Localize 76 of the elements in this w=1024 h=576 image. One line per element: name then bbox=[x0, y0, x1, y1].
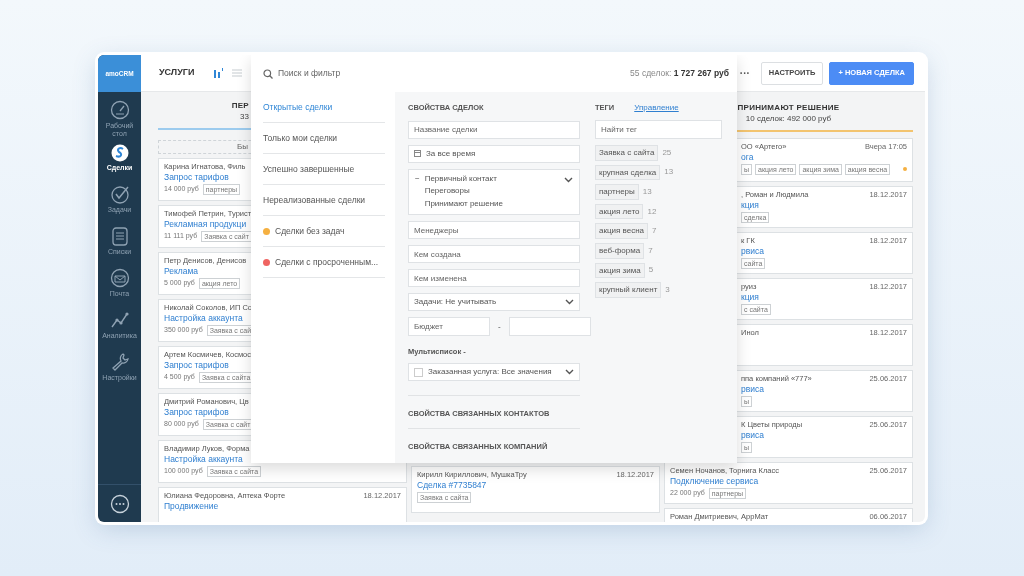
manage-link[interactable]: Управление bbox=[634, 102, 679, 114]
chevron-icon bbox=[565, 369, 574, 376]
status-option[interactable]: Принимают решение bbox=[424, 197, 503, 211]
deal-link[interactable]: рвиса bbox=[741, 384, 764, 396]
filter-preset[interactable]: Успешно завершенные bbox=[263, 154, 385, 185]
deal-summary: 55 сделок: 1 727 267 руб bbox=[630, 67, 729, 80]
deal-link[interactable]: Настройка аккаунта bbox=[164, 454, 243, 466]
deal-link[interactable]: Подключение сервиса bbox=[670, 476, 759, 488]
more-button[interactable]: ··· bbox=[734, 65, 755, 81]
document-icon bbox=[109, 226, 130, 246]
tag-chip[interactable]: Заявка с сайта bbox=[595, 145, 659, 161]
status-option[interactable]: Первичный контакт bbox=[424, 172, 503, 186]
tag-chip[interactable]: веб-форма bbox=[595, 242, 645, 259]
tasks-select[interactable]: Задачи: Не учитывать bbox=[408, 293, 580, 312]
pipeline-title: УСЛУГИ bbox=[159, 66, 195, 80]
budget-from-field[interactable]: Бюджет bbox=[408, 317, 490, 337]
filter-preset[interactable]: Сделки без задач bbox=[263, 216, 385, 247]
deal-link[interactable]: кция bbox=[741, 292, 759, 304]
search-field[interactable]: Поиск и фильтр bbox=[278, 67, 428, 80]
deal-link[interactable]: Продвижение bbox=[164, 501, 219, 513]
service-select[interactable]: Заказанная услуга: Все значения bbox=[408, 363, 580, 382]
collapse-toggle[interactable]: − bbox=[415, 172, 420, 212]
tag-search-field[interactable]: Найти тег bbox=[595, 120, 722, 139]
gauge-icon bbox=[109, 100, 130, 120]
checkmark-icon bbox=[109, 184, 130, 204]
chat-icon bbox=[109, 494, 130, 514]
tag-chip[interactable]: крупная сделка bbox=[595, 164, 661, 181]
deal-link[interactable]: Сделка #7735847 bbox=[417, 480, 487, 492]
deal-link[interactable]: Настройка аккаунта bbox=[164, 313, 243, 325]
filter-field[interactable]: Название сделки bbox=[408, 121, 580, 139]
status-select[interactable]: − Первичный контакт Переговоры Принимают решение bbox=[408, 168, 580, 216]
deal-link[interactable]: кция bbox=[741, 200, 759, 212]
column-title: ПЕР bbox=[231, 100, 249, 112]
tag-count: 7 bbox=[648, 244, 653, 257]
deal-link[interactable]: Запрос тарифов bbox=[164, 172, 229, 184]
date-field[interactable]: За все время bbox=[408, 144, 580, 163]
column-summary: 33 bbox=[240, 111, 249, 123]
filter-field[interactable]: Менеджеры bbox=[408, 221, 580, 240]
filter-preset[interactable]: Нереализованные сделки bbox=[263, 185, 385, 216]
search-icon bbox=[263, 68, 273, 79]
column-summary: 10 сделок: 492 000 руб bbox=[745, 113, 832, 125]
chevron-icon bbox=[564, 176, 573, 183]
budget-to-field[interactable] bbox=[508, 317, 591, 337]
tag-count: 3 bbox=[665, 283, 670, 296]
range-separator: - bbox=[498, 320, 501, 333]
deal-link[interactable]: ога bbox=[741, 152, 754, 164]
envelope-icon bbox=[109, 268, 130, 288]
coin-icon bbox=[109, 142, 130, 162]
tag-count: 12 bbox=[647, 205, 657, 218]
tag-chip[interactable]: акция зима bbox=[595, 262, 645, 279]
tag-chip[interactable]: крупный клиент bbox=[595, 282, 662, 298]
checkbox[interactable] bbox=[414, 367, 423, 377]
chart-icon bbox=[109, 310, 130, 330]
deal-link[interactable]: рвиса bbox=[741, 430, 764, 442]
column-title: ПРИНИМАЮТ РЕШЕНИЕ bbox=[737, 102, 840, 114]
filter-preset[interactable]: Только мои сделки bbox=[263, 123, 385, 154]
filter-preset[interactable]: Сделки с просроченным... bbox=[263, 247, 385, 278]
deal-link[interactable]: Запрос тарифов bbox=[164, 360, 229, 372]
filter-preset[interactable]: Открытые сделки bbox=[263, 92, 385, 123]
chevron-icon bbox=[565, 299, 574, 306]
tag-count: 13 bbox=[664, 166, 674, 179]
tag-count: 13 bbox=[642, 186, 652, 198]
filter-field[interactable]: Кем создана bbox=[408, 245, 580, 264]
status-option[interactable]: Переговоры bbox=[424, 185, 503, 198]
tag-count: 7 bbox=[652, 225, 657, 238]
tag-chip[interactable]: акция лето bbox=[595, 203, 644, 220]
calendar-icon bbox=[414, 150, 421, 158]
deal-link[interactable]: Рекламная продукци bbox=[164, 219, 247, 231]
deal-link[interactable]: рвиса bbox=[741, 246, 764, 258]
filter-field[interactable]: Кем изменена bbox=[408, 269, 580, 288]
tag-chip[interactable]: партнеры bbox=[595, 184, 639, 200]
tag-count: 25 bbox=[662, 146, 672, 159]
deal-link[interactable]: Реклама bbox=[164, 266, 199, 278]
deal-link[interactable]: Запрос тарифов bbox=[164, 407, 229, 419]
tag-chip[interactable]: акция весна bbox=[595, 223, 649, 239]
tag-count: 5 bbox=[648, 264, 654, 277]
